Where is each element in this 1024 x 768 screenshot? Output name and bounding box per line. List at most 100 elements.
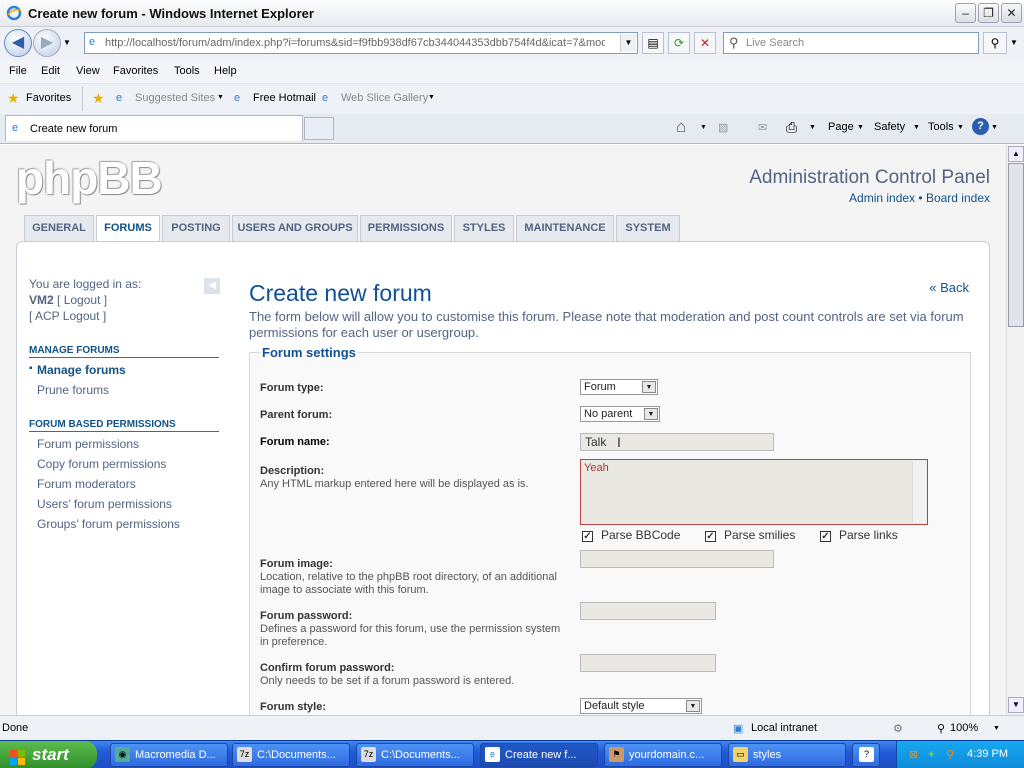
print-icon[interactable]: ⎙ — [786, 119, 797, 136]
help-dropdown-icon[interactable]: ▼ — [991, 124, 998, 131]
task-create-new-forum[interactable]: e Create new f... — [480, 743, 598, 767]
fav-suggested-sites[interactable]: Suggested Sites — [135, 92, 215, 104]
scroll-thumb[interactable] — [1008, 163, 1024, 327]
board-index-link[interactable]: Board index — [926, 191, 990, 205]
7zip-icon: 7z — [237, 747, 252, 762]
collapse-menu-icon[interactable]: ◀ — [204, 278, 220, 294]
search-input[interactable]: ⚲ Live Search — [723, 32, 979, 54]
page-dropdown-icon[interactable]: ▼ — [857, 124, 864, 131]
menu-help[interactable]: Help — [214, 65, 237, 77]
tab-styles[interactable]: STYLES — [454, 215, 514, 241]
refresh-button[interactable]: ⟳ — [668, 32, 690, 54]
menu-view[interactable]: View — [76, 65, 100, 77]
tab-create-new-forum[interactable]: e Create new forum — [5, 115, 303, 141]
compat-view-button[interactable]: ▤ — [642, 32, 664, 54]
safety-dropdown-icon[interactable]: ▼ — [913, 124, 920, 131]
add-favorite-icon[interactable]: ★ — [92, 90, 105, 107]
address-dropdown-icon[interactable]: ▼ — [620, 34, 636, 52]
parse-smilies-checkbox[interactable]: ✓ Parse smilies — [705, 528, 795, 542]
task-help[interactable]: ? — [852, 743, 880, 767]
sidebar-item-forum-moderators[interactable]: Forum moderators — [37, 477, 136, 491]
menu-file[interactable]: File — [9, 65, 27, 77]
new-tab-button[interactable] — [304, 117, 334, 140]
fav-free-hotmail[interactable]: Free Hotmail — [253, 92, 316, 104]
menu-tools[interactable]: Tools — [174, 65, 200, 77]
task-styles-folder[interactable]: ▭ styles — [728, 743, 846, 767]
zoom-level[interactable]: 100% — [950, 722, 978, 734]
tools-dropdown-icon[interactable]: ▼ — [957, 124, 964, 131]
favorites-button[interactable]: Favorites — [26, 92, 71, 104]
start-button[interactable]: start — [0, 741, 97, 768]
scroll-down-icon[interactable]: ▼ — [1008, 697, 1024, 713]
home-icon[interactable]: ⌂ — [676, 117, 686, 137]
forum-type-value: Forum — [584, 381, 616, 393]
close-window-button[interactable]: ✕ — [1001, 3, 1022, 23]
sidebar-item-prune-forums[interactable]: Prune forums — [37, 383, 109, 397]
sidebar-item-copy-forum-permissions[interactable]: Copy forum permissions — [37, 457, 166, 471]
logout-link[interactable]: [ Logout ] — [57, 293, 107, 307]
textarea-scrollbar[interactable] — [912, 461, 926, 523]
menu-favorites[interactable]: Favorites — [113, 65, 158, 77]
confirm-password-label: Confirm forum password: — [260, 662, 395, 674]
scroll-up-icon[interactable]: ▲ — [1008, 146, 1024, 162]
safety-menu[interactable]: Safety — [874, 121, 905, 133]
forward-button[interactable]: ▶ — [33, 29, 61, 57]
suggested-dropdown-icon[interactable]: ▼ — [217, 94, 224, 101]
parse-bbcode-checkbox[interactable]: ✓ Parse BBCode — [582, 528, 680, 542]
forum-password-input[interactable] — [580, 602, 716, 620]
acp-logout-link[interactable]: [ ACP Logout ] — [29, 308, 221, 324]
sidebar-item-groups-forum-permissions[interactable]: Groups’ forum permissions — [37, 517, 180, 531]
sidebar-item-forum-permissions[interactable]: Forum permissions — [37, 437, 139, 451]
print-dropdown-icon[interactable]: ▼ — [809, 124, 816, 131]
tray-search-icon[interactable]: ⚲ — [946, 748, 954, 761]
forum-type-select[interactable]: Forum ▼ — [580, 379, 658, 395]
tab-general[interactable]: GENERAL — [24, 215, 94, 241]
sidebar-item-users-forum-permissions[interactable]: Users’ forum permissions — [37, 497, 172, 511]
admin-index-link[interactable]: Admin index — [849, 191, 915, 205]
address-field[interactable]: e http://localhost/forum/adm/index.php?i… — [84, 32, 638, 54]
parent-forum-select[interactable]: No parent ▼ — [580, 406, 660, 422]
favorites-star-icon: ★ — [7, 90, 20, 106]
tab-posting[interactable]: POSTING — [162, 215, 230, 241]
page-scrollbar[interactable]: ▲ ▼ — [1006, 145, 1024, 715]
tray-network-icon[interactable]: ✦ — [927, 748, 936, 761]
protected-mode-icon[interactable]: ⚙ — [893, 722, 903, 735]
back-button[interactable]: ◀ — [4, 29, 32, 57]
tab-system[interactable]: SYSTEM — [616, 215, 680, 241]
task-documents-1[interactable]: 7z C:\Documents... — [232, 743, 350, 767]
page-menu[interactable]: Page — [828, 121, 854, 133]
search-go-button[interactable]: ⚲ — [983, 32, 1007, 54]
feeds-icon[interactable]: ▧ — [718, 121, 728, 134]
read-mail-icon[interactable]: ✉ — [758, 121, 767, 134]
maximize-button[interactable]: ❐ — [978, 3, 999, 23]
fav-web-slice-gallery[interactable]: Web Slice Gallery — [341, 92, 428, 104]
home-dropdown-icon[interactable]: ▼ — [700, 124, 707, 131]
menu-edit[interactable]: Edit — [41, 65, 60, 77]
task-documents-2[interactable]: 7z C:\Documents... — [356, 743, 474, 767]
history-dropdown-icon[interactable]: ▼ — [63, 38, 71, 47]
tab-maintenance[interactable]: MAINTENANCE — [516, 215, 614, 241]
forum-image-input[interactable] — [580, 550, 774, 568]
tab-permissions[interactable]: PERMISSIONS — [360, 215, 452, 241]
forum-style-select[interactable]: Default style ▼ — [580, 698, 702, 714]
parse-smilies-label: Parse smilies — [724, 528, 796, 542]
confirm-password-input[interactable] — [580, 654, 716, 672]
tray-app-icon[interactable]: ⊠ — [909, 748, 918, 761]
task-macromedia[interactable]: ◉ Macromedia D... — [110, 743, 228, 767]
back-link[interactable]: « Back — [929, 280, 969, 295]
search-options-icon[interactable]: ▼ — [1010, 38, 1018, 47]
tab-users-and-groups[interactable]: USERS AND GROUPS — [232, 215, 358, 241]
forum-name-input[interactable]: Talk — [580, 433, 774, 451]
description-textarea[interactable]: Yeah — [580, 459, 928, 525]
tools-menu[interactable]: Tools — [928, 121, 954, 133]
parse-links-checkbox[interactable]: ✓ Parse links — [820, 528, 898, 542]
tab-forums[interactable]: FORUMS — [96, 215, 160, 242]
stop-button[interactable]: ✕ — [694, 32, 716, 54]
webslice-dropdown-icon[interactable]: ▼ — [428, 94, 435, 101]
task-yourdomain[interactable]: ⚑ yourdomain.c... — [604, 743, 722, 767]
minimize-button[interactable]: – — [955, 3, 976, 23]
security-zone[interactable]: Local intranet — [751, 722, 817, 734]
sidebar-item-manage-forums[interactable]: Manage forums — [37, 363, 126, 377]
help-icon[interactable]: ? — [972, 118, 989, 135]
zoom-dropdown-icon[interactable]: ▼ — [993, 725, 1000, 732]
